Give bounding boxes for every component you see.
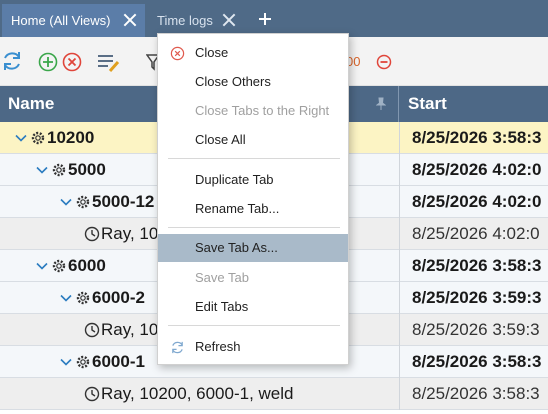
close-icon[interactable] xyxy=(123,13,137,27)
menu-item-refresh[interactable]: Refresh xyxy=(158,333,348,361)
menu-item-save-tab: Save Tab xyxy=(158,264,348,292)
gear-icon xyxy=(52,163,66,177)
gear-icon xyxy=(31,131,45,145)
row-name: 6000-2 xyxy=(92,288,145,307)
chevron-down-icon[interactable] xyxy=(60,196,72,208)
menu-item-label: Edit Tabs xyxy=(195,299,249,314)
menu-item-rename-tab[interactable]: Rename Tab... xyxy=(158,195,348,223)
gear-icon xyxy=(76,291,90,305)
pin-icon[interactable] xyxy=(376,97,386,111)
start-cell: 8/25/2026 3:58:3 xyxy=(399,346,548,378)
tab-label: Home (All Views) xyxy=(11,13,111,28)
menu-item-label: Save Tab As... xyxy=(195,240,278,255)
menu-item-label: Save Tab xyxy=(195,270,249,285)
menu-separator xyxy=(168,227,340,228)
clock-icon xyxy=(84,386,100,402)
add-circle-icon[interactable] xyxy=(38,52,58,72)
menu-item-close-all[interactable]: Close All xyxy=(158,126,348,154)
name-cell: 10200 xyxy=(15,122,94,154)
row-name: Ray, 10200, 6000-1, weld xyxy=(101,384,294,403)
chevron-down-icon[interactable] xyxy=(60,292,72,304)
chevron-down-icon[interactable] xyxy=(15,132,27,144)
table-row[interactable]: Ray, 10200, 6000-1, weld 8/25/2026 3:58:… xyxy=(0,378,548,410)
start-cell: 8/25/2026 3:58:3 xyxy=(399,250,548,282)
menu-item-label: Refresh xyxy=(195,339,241,354)
menu-item-label: Close All xyxy=(195,132,246,147)
row-name: 10200 xyxy=(47,128,95,147)
name-cell: Ray, 10200, 6000-1, weld xyxy=(84,378,293,410)
close-circle-icon xyxy=(170,46,185,61)
menu-item-save-tab-as[interactable]: Save Tab As... xyxy=(158,234,348,262)
name-cell: 6000 xyxy=(36,250,106,282)
add-tab-icon[interactable] xyxy=(258,12,272,26)
chevron-down-icon[interactable] xyxy=(60,356,72,368)
gear-icon xyxy=(76,355,90,369)
start-cell: 8/25/2026 4:02:0 xyxy=(399,186,548,218)
column-header-name[interactable]: Name xyxy=(8,86,54,122)
menu-item-label: Close xyxy=(195,45,229,60)
name-cell: 6000-2 xyxy=(60,282,145,314)
remove-circle-icon[interactable] xyxy=(62,52,82,72)
name-cell: 6000-1 xyxy=(60,346,145,378)
start-cell: 8/25/2026 3:59:3 xyxy=(399,314,548,346)
minus-circle-icon[interactable] xyxy=(376,54,392,70)
gear-icon xyxy=(52,259,66,273)
name-cell: Ray, 10 xyxy=(84,314,158,346)
menu-item-label: Duplicate Tab xyxy=(195,172,274,187)
row-name: 5000-12 xyxy=(92,192,155,211)
refresh-icon xyxy=(172,341,183,354)
row-name: 6000-1 xyxy=(92,352,145,371)
menu-item-close-tabs-right: Close Tabs to the Right xyxy=(158,97,348,125)
menu-item-label: Rename Tab... xyxy=(195,201,280,216)
edit-list-icon[interactable] xyxy=(97,53,121,73)
start-cell: 8/25/2026 3:59:3 xyxy=(399,282,548,314)
menu-item-duplicate-tab[interactable]: Duplicate Tab xyxy=(158,166,348,194)
name-cell: 5000 xyxy=(36,154,106,186)
menu-item-close[interactable]: Close xyxy=(158,39,348,67)
chevron-down-icon[interactable] xyxy=(36,164,48,176)
tab-strip: Home (All Views) Time logs xyxy=(0,0,548,37)
menu-item-edit-tabs[interactable]: Edit Tabs xyxy=(158,293,348,321)
chevron-down-icon[interactable] xyxy=(36,260,48,272)
row-name: 5000 xyxy=(68,160,106,179)
start-cell: 8/25/2026 3:58:3 xyxy=(399,122,548,154)
start-cell: 8/25/2026 3:58:3 xyxy=(399,378,548,410)
column-divider[interactable] xyxy=(398,86,399,122)
row-name: Ray, 10 xyxy=(101,320,159,339)
tab-home-all-views[interactable]: Home (All Views) xyxy=(2,4,145,37)
menu-item-close-others[interactable]: Close Others xyxy=(158,68,348,96)
menu-separator xyxy=(168,325,340,326)
gear-icon xyxy=(76,195,90,209)
menu-separator xyxy=(168,158,340,159)
tab-context-menu: Close Close Others Close Tabs to the Rig… xyxy=(157,33,349,365)
close-icon[interactable] xyxy=(222,13,236,27)
clock-icon xyxy=(84,226,100,242)
row-name: 6000 xyxy=(68,256,106,275)
tab-label: Time logs xyxy=(157,13,213,28)
start-cell: 8/25/2026 4:02:0 xyxy=(399,154,548,186)
clock-icon xyxy=(84,322,100,338)
menu-item-label: Close Tabs to the Right xyxy=(195,103,330,118)
start-cell: 8/25/2026 4:02:0 xyxy=(399,218,548,250)
refresh-icon[interactable] xyxy=(0,49,24,73)
column-header-start[interactable]: Start xyxy=(408,86,447,122)
menu-item-label: Close Others xyxy=(195,74,271,89)
name-cell: 5000-12 xyxy=(60,186,154,218)
